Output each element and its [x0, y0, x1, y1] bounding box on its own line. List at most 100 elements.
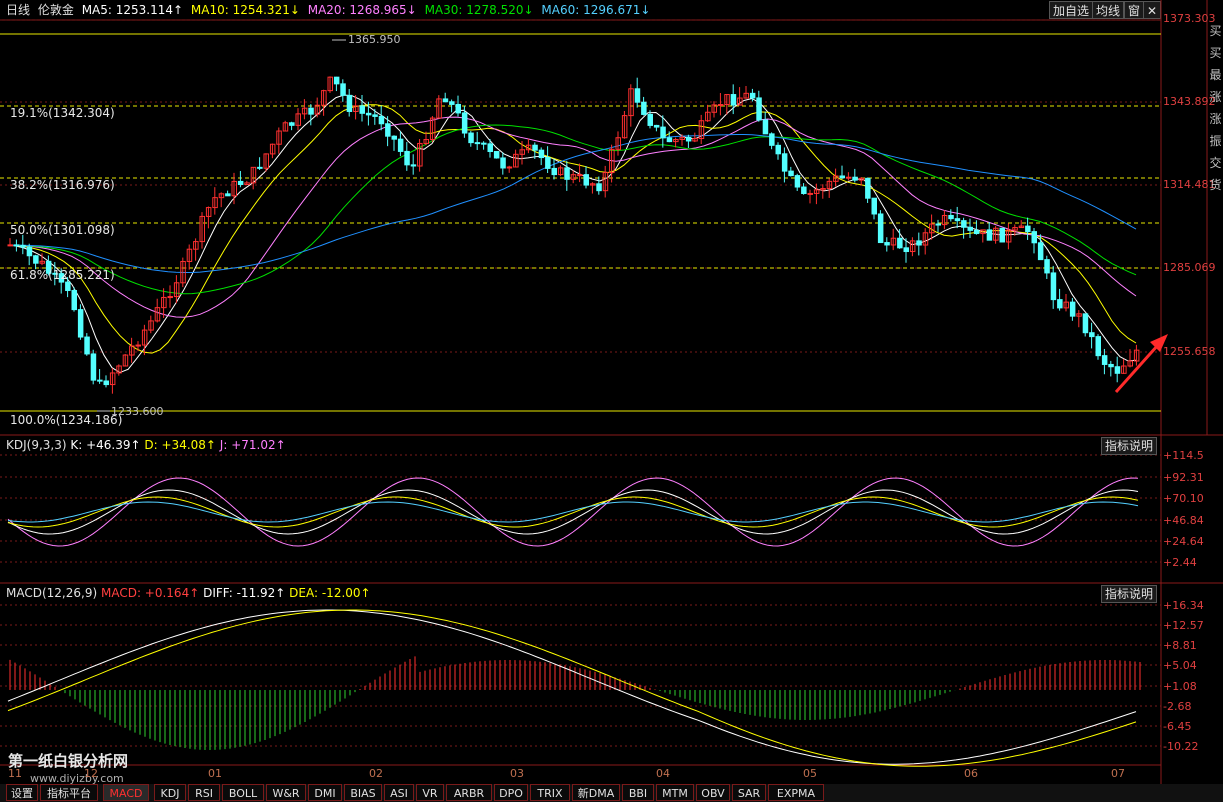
kdj-name: KDJ(9,3,3): [6, 438, 67, 452]
candle-body: [468, 132, 474, 144]
candle-body: [551, 167, 557, 176]
candle-body: [1069, 301, 1076, 317]
candle-body: [865, 177, 871, 199]
candle-body: [781, 153, 788, 172]
candle-body: [1025, 225, 1031, 233]
candle-body: [20, 244, 26, 248]
tab-indicator-platform[interactable]: 指标平台: [40, 784, 98, 801]
candle-body: [474, 142, 481, 145]
candle-body: [973, 229, 980, 235]
x-axis-label: 01: [208, 767, 222, 780]
tab-kdj[interactable]: KDJ: [154, 784, 186, 801]
candle-body: [583, 174, 589, 186]
candle-body: [916, 240, 922, 246]
candle-body: [391, 135, 397, 140]
candle-body: [762, 119, 769, 135]
candle-body: [538, 149, 545, 159]
tab-mtm[interactable]: MTM: [656, 784, 694, 801]
candle-body: [564, 167, 570, 180]
candle-body: [1050, 272, 1057, 301]
fib-level-38: 38.2%(1316.976): [10, 178, 115, 192]
candle-body: [500, 157, 506, 169]
tab-bias[interactable]: BIAS: [344, 784, 382, 801]
candle-body: [26, 246, 33, 257]
ma10-line: [7, 104, 1137, 354]
candle-body: [7, 244, 13, 247]
candle-body: [1108, 363, 1114, 368]
kdj-axis-label: +2.44: [1163, 556, 1197, 569]
tab-new-dma[interactable]: 新DMA: [572, 784, 620, 801]
tab-trix[interactable]: TRIX: [530, 784, 570, 801]
candle-body: [135, 344, 141, 347]
tab-boll[interactable]: BOLL: [222, 784, 264, 801]
candle-body: [1095, 336, 1101, 357]
candle-body: [647, 113, 653, 126]
tab-expma[interactable]: EXPMA: [768, 784, 824, 801]
candle-body: [378, 115, 385, 125]
candle-body: [986, 229, 993, 241]
tab-arbr[interactable]: ARBR: [446, 784, 492, 801]
macd-axis-label: +12.57: [1163, 619, 1204, 632]
candle-body: [308, 107, 314, 115]
strip-label: 涨: [1209, 112, 1222, 126]
tab-dmi[interactable]: DMI: [308, 784, 342, 801]
fib-level-61: 61.8%(1285.221): [10, 268, 115, 282]
candle-body: [455, 103, 461, 114]
candle-body: [1057, 299, 1063, 309]
candle-body: [487, 143, 493, 153]
macd-axis-label: +8.81: [1163, 639, 1197, 652]
tab-settings[interactable]: 设置: [6, 784, 38, 801]
price-chart[interactable]: [0, 0, 1223, 784]
x-axis-label: 07: [1111, 767, 1125, 780]
macd-axis-label: -2.68: [1163, 700, 1192, 713]
strip-label: 买: [1209, 24, 1222, 38]
candle-body: [999, 227, 1005, 243]
candle-body: [532, 144, 538, 151]
kdj-k-value: K: +46.39↑: [70, 438, 141, 452]
ma20-line: [7, 116, 1137, 318]
candle-body: [756, 97, 762, 121]
price-axis-label: 1255.658: [1163, 345, 1216, 358]
candle-body: [717, 104, 724, 107]
candle-body: [289, 122, 295, 126]
macd-value: MACD: +0.164↑: [100, 586, 200, 600]
candle-body: [385, 123, 391, 137]
macd-dea-line: [7, 609, 1137, 767]
watermark-title: 第一纸白银分析网: [8, 752, 129, 770]
tab-vr[interactable]: VR: [416, 784, 444, 801]
tab-rsi[interactable]: RSI: [188, 784, 220, 801]
tab-wr[interactable]: W&R: [266, 784, 306, 801]
candle-body: [871, 197, 877, 215]
tab-asi[interactable]: ASI: [384, 784, 414, 801]
candle-body: [359, 105, 365, 114]
candle-body: [13, 244, 20, 247]
macd-name: MACD(12,26,9): [6, 586, 98, 600]
high-price-label: 1365.950: [348, 33, 401, 46]
candle-body: [481, 142, 487, 145]
candle-body: [257, 166, 263, 169]
tab-obv[interactable]: OBV: [696, 784, 730, 801]
strip-label: 交: [1209, 156, 1222, 170]
kdj-d-line: [7, 496, 1139, 528]
fib-level-19: 19.1%(1342.304): [10, 106, 115, 120]
tab-macd[interactable]: MACD: [103, 784, 149, 801]
candle-body: [634, 88, 641, 103]
candle-body: [954, 218, 961, 222]
macd-axis-label: +16.34: [1163, 599, 1204, 612]
kdj-info-button[interactable]: 指标说明: [1100, 437, 1157, 455]
macd-diff-line: [7, 609, 1137, 765]
candle-body: [897, 237, 903, 249]
candle-body: [340, 83, 346, 96]
tab-bbi[interactable]: BBI: [622, 784, 654, 801]
candle-body: [237, 180, 244, 185]
candle-body: [545, 157, 551, 169]
candle-body: [365, 112, 372, 116]
candle-body: [660, 126, 666, 139]
candle-body: [33, 255, 39, 264]
tab-sar[interactable]: SAR: [732, 784, 766, 801]
tab-dpo[interactable]: DPO: [494, 784, 528, 801]
macd-info-button[interactable]: 指标说明: [1100, 585, 1157, 603]
candle-body: [577, 174, 583, 177]
x-axis-label: 12: [84, 767, 98, 780]
candle-body: [769, 133, 775, 146]
